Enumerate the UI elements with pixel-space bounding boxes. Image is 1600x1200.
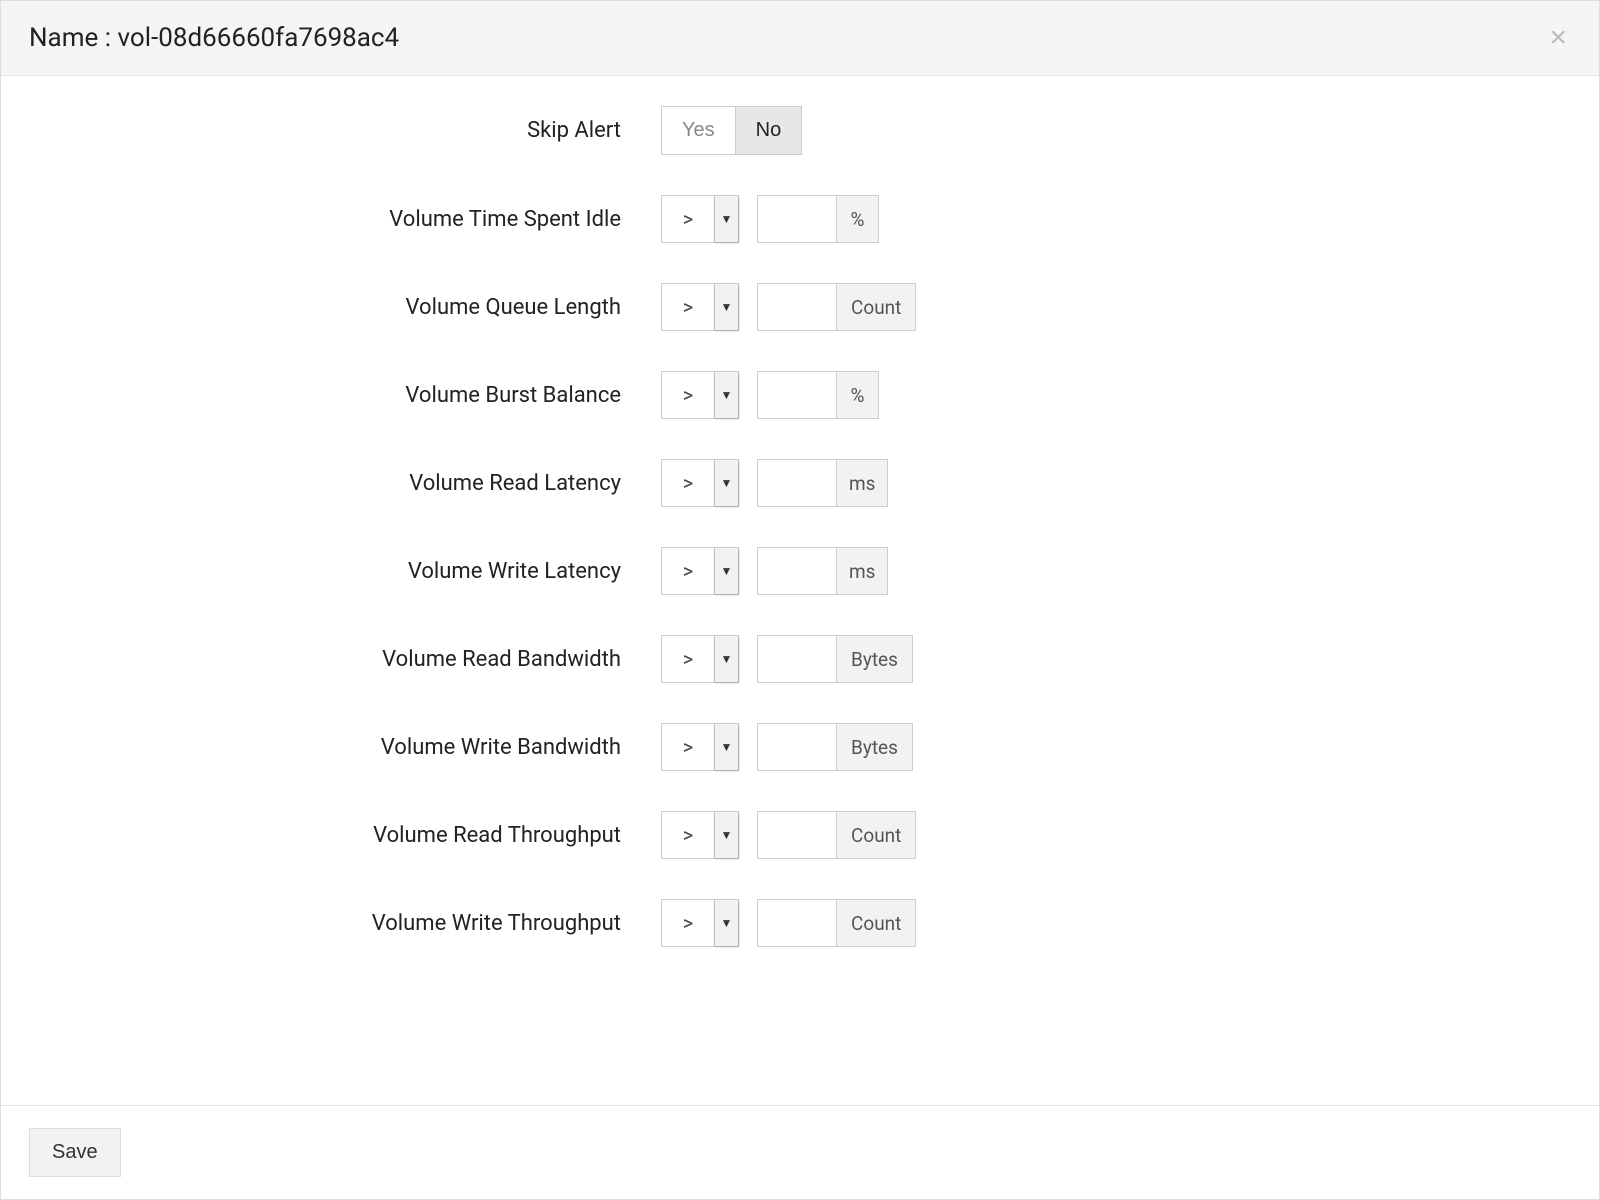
read-bandwidth-operator-select[interactable]: >▼ — [661, 635, 739, 683]
read-throughput-operator-value: > — [662, 812, 714, 858]
write-bandwidth-operator-select[interactable]: >▼ — [661, 723, 739, 771]
write-bandwidth-operator-value: > — [662, 724, 714, 770]
write-bandwidth-input[interactable] — [758, 724, 836, 770]
chevron-down-icon[interactable]: ▼ — [714, 812, 738, 858]
time-idle-operator-select[interactable]: >▼ — [661, 195, 739, 243]
close-icon: × — [1549, 21, 1567, 54]
skip-alert-yes-button[interactable]: Yes — [662, 107, 735, 154]
burst-balance-input[interactable] — [758, 372, 836, 418]
read-bandwidth-label: Volume Read Bandwidth — [21, 647, 661, 672]
time-idle-input[interactable] — [758, 196, 836, 242]
queue-length-input-group: Count — [757, 283, 916, 331]
skip-alert-toggle: Yes No — [661, 106, 802, 155]
read-latency-label: Volume Read Latency — [21, 471, 661, 496]
chevron-down-icon[interactable]: ▼ — [714, 196, 738, 242]
skip-alert-label: Skip Alert — [21, 118, 661, 143]
write-throughput-unit: Count — [836, 900, 915, 946]
read-throughput-unit: Count — [836, 812, 915, 858]
queue-length-operator-value: > — [662, 284, 714, 330]
row-write-throughput: Volume Write Throughput>▼ Count — [21, 899, 1579, 947]
write-bandwidth-unit: Bytes — [836, 724, 912, 770]
modal-footer: Save — [1, 1105, 1599, 1199]
chevron-down-icon[interactable]: ▼ — [714, 548, 738, 594]
chevron-down-icon[interactable]: ▼ — [714, 284, 738, 330]
queue-length-input[interactable] — [758, 284, 836, 330]
row-read-throughput: Volume Read Throughput>▼ Count — [21, 811, 1579, 859]
read-latency-operator-select[interactable]: >▼ — [661, 459, 739, 507]
write-latency-unit: ms — [836, 548, 887, 594]
skip-alert-no-button[interactable]: No — [735, 107, 802, 154]
read-latency-unit: ms — [836, 460, 887, 506]
modal-body: Skip Alert Yes No Volume Time Spent Idle… — [1, 76, 1599, 1105]
burst-balance-label: Volume Burst Balance — [21, 383, 661, 408]
read-bandwidth-input-group: Bytes — [757, 635, 913, 683]
read-throughput-input-group: Count — [757, 811, 916, 859]
time-idle-unit: % — [836, 196, 878, 242]
read-latency-input-group: ms — [757, 459, 888, 507]
write-bandwidth-input-group: Bytes — [757, 723, 913, 771]
burst-balance-operator-value: > — [662, 372, 714, 418]
read-latency-input[interactable] — [758, 460, 836, 506]
modal-header: Name : vol-08d66660fa7698ac4 × — [1, 1, 1599, 76]
modal-dialog: Name : vol-08d66660fa7698ac4 × Skip Aler… — [0, 0, 1600, 1200]
row-read-latency: Volume Read Latency>▼ ms — [21, 459, 1579, 507]
write-throughput-input[interactable] — [758, 900, 836, 946]
write-latency-operator-value: > — [662, 548, 714, 594]
time-idle-operator-value: > — [662, 196, 714, 242]
time-idle-label: Volume Time Spent Idle — [21, 207, 661, 232]
close-button[interactable]: × — [1545, 23, 1571, 53]
queue-length-operator-select[interactable]: >▼ — [661, 283, 739, 331]
modal-title: Name : vol-08d66660fa7698ac4 — [29, 23, 399, 53]
chevron-down-icon[interactable]: ▼ — [714, 636, 738, 682]
row-queue-length: Volume Queue Length>▼ Count — [21, 283, 1579, 331]
row-write-bandwidth: Volume Write Bandwidth>▼ Bytes — [21, 723, 1579, 771]
save-button[interactable]: Save — [29, 1128, 121, 1177]
queue-length-unit: Count — [836, 284, 915, 330]
write-throughput-input-group: Count — [757, 899, 916, 947]
burst-balance-input-group: % — [757, 371, 879, 419]
burst-balance-operator-select[interactable]: >▼ — [661, 371, 739, 419]
write-latency-label: Volume Write Latency — [21, 559, 661, 584]
read-bandwidth-input[interactable] — [758, 636, 836, 682]
chevron-down-icon[interactable]: ▼ — [714, 724, 738, 770]
chevron-down-icon[interactable]: ▼ — [714, 900, 738, 946]
burst-balance-unit: % — [836, 372, 878, 418]
read-throughput-input[interactable] — [758, 812, 836, 858]
row-read-bandwidth: Volume Read Bandwidth>▼ Bytes — [21, 635, 1579, 683]
row-skip-alert: Skip Alert Yes No — [21, 106, 1579, 155]
read-latency-operator-value: > — [662, 460, 714, 506]
write-throughput-operator-value: > — [662, 900, 714, 946]
row-write-latency: Volume Write Latency>▼ ms — [21, 547, 1579, 595]
read-throughput-operator-select[interactable]: >▼ — [661, 811, 739, 859]
write-latency-input-group: ms — [757, 547, 888, 595]
write-throughput-operator-select[interactable]: >▼ — [661, 899, 739, 947]
read-throughput-label: Volume Read Throughput — [21, 823, 661, 848]
chevron-down-icon[interactable]: ▼ — [714, 460, 738, 506]
time-idle-input-group: % — [757, 195, 879, 243]
read-bandwidth-operator-value: > — [662, 636, 714, 682]
write-throughput-label: Volume Write Throughput — [21, 911, 661, 936]
queue-length-label: Volume Queue Length — [21, 295, 661, 320]
row-time-idle: Volume Time Spent Idle>▼% — [21, 195, 1579, 243]
row-burst-balance: Volume Burst Balance>▼% — [21, 371, 1579, 419]
read-bandwidth-unit: Bytes — [836, 636, 912, 682]
chevron-down-icon[interactable]: ▼ — [714, 372, 738, 418]
write-bandwidth-label: Volume Write Bandwidth — [21, 735, 661, 760]
write-latency-operator-select[interactable]: >▼ — [661, 547, 739, 595]
write-latency-input[interactable] — [758, 548, 836, 594]
